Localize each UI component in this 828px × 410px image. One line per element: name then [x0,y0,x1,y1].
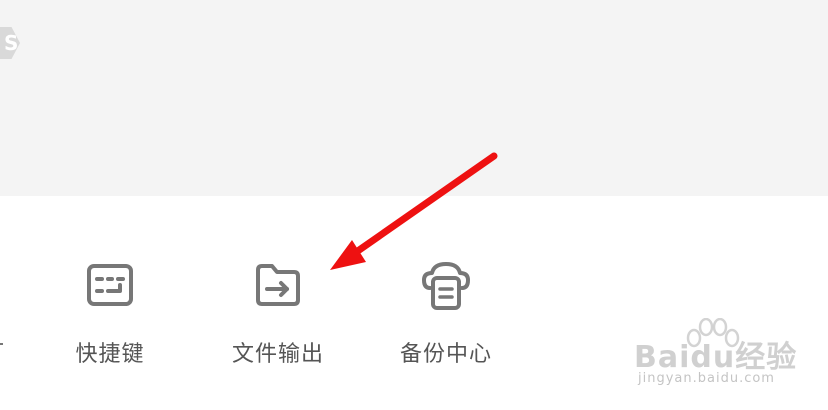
backup-center-label: 备份中心 [399,342,492,367]
partial-item-edge [0,343,3,345]
top-panel: S [0,0,828,196]
shortcut-keys-button[interactable]: 快捷键 [40,258,180,368]
keyboard-shortcut-icon [87,264,133,306]
file-export-label: 文件输出 [231,342,324,367]
shortcut-keys-label: 快捷键 [75,342,145,367]
file-export-button[interactable]: 文件输出 [208,258,348,368]
folder-export-icon [256,264,300,306]
backup-center-button[interactable]: 备份中心 [376,258,516,368]
app-badge-icon: S [0,27,20,59]
cloud-backup-icon [422,262,470,310]
